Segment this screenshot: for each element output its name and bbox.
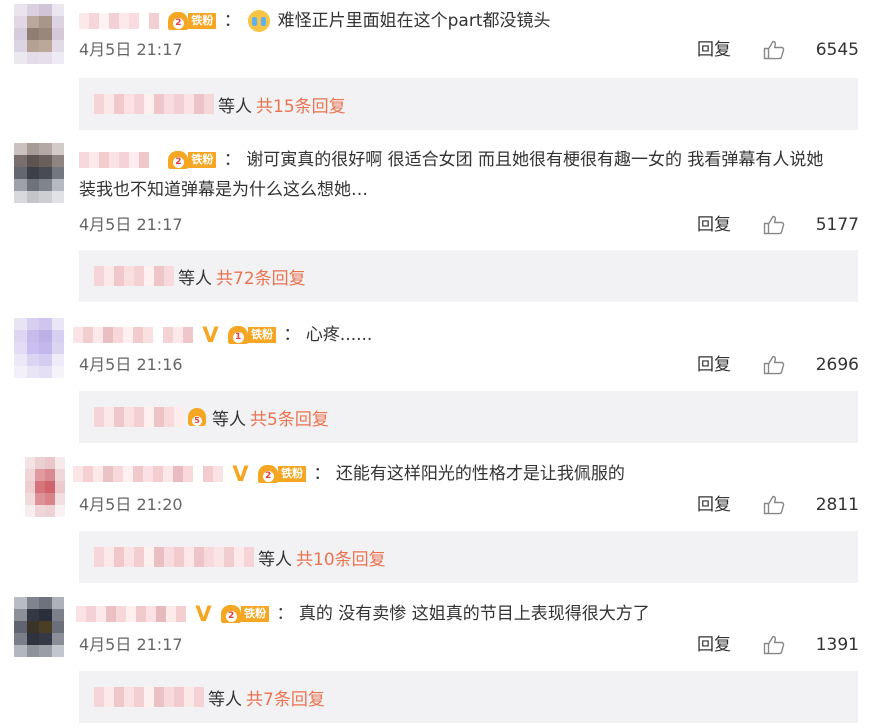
- replies-total-link[interactable]: 共15条回复: [256, 92, 346, 117]
- reply-button[interactable]: 回复: [697, 38, 731, 62]
- username-blurred[interactable]: [79, 13, 159, 29]
- comment-header: 2 铁粉 ： 难怪正片里面姐在这个part都没镜头: [79, 4, 867, 38]
- avatar[interactable]: [14, 143, 64, 203]
- thumbs-up-icon[interactable]: [763, 495, 785, 515]
- comment-text-line-2: 装我也不知道弹幕是为什么这么想她…: [79, 180, 368, 200]
- comment-meta: 4月5日 21:17 回复 6545: [79, 38, 859, 62]
- replies-total-link[interactable]: 共10条回复: [296, 545, 386, 570]
- username-blurred[interactable]: [73, 466, 223, 482]
- comment-header: 2 铁粉 ： 谢可寅真的很好啊 很适合女团 而且她很有梗很有趣一女的 我看弹幕有…: [79, 143, 867, 177]
- crown-icon: 2: [258, 465, 279, 483]
- replies-summary[interactable]: 等人 共15条回复: [79, 78, 858, 130]
- like-count: 1391: [815, 635, 859, 655]
- reply-usernames-blurred: [94, 687, 204, 707]
- username-blurred[interactable]: [73, 327, 193, 343]
- replies-summary[interactable]: 等人 共7条回复: [79, 671, 858, 723]
- comment-header: V 1 铁粉 ： 心疼......: [73, 318, 867, 352]
- verified-v-icon: V: [232, 462, 249, 486]
- colon: ：: [223, 150, 241, 170]
- fan-badge-label: 铁粉: [248, 327, 277, 343]
- crown-icon: 1: [228, 326, 249, 344]
- crying-face-icon: [248, 10, 271, 32]
- comment-header: V 2 铁粉 ： 真的 没有卖惨 这姐真的节目上表现得很大方了: [76, 597, 867, 631]
- fan-badge-label: 铁粉: [188, 152, 217, 168]
- replies-and-others: 等人: [212, 409, 246, 430]
- fan-badge-label: 铁粉: [278, 466, 307, 482]
- comment-time: 4月5日 21:17: [79, 215, 183, 234]
- fan-badge[interactable]: 2 铁粉: [168, 151, 217, 169]
- comment-time: 4月5日 21:16: [79, 355, 183, 374]
- avatar[interactable]: [14, 597, 64, 657]
- verified-v-icon: V: [202, 323, 219, 347]
- reply-usernames-blurred: [94, 266, 174, 286]
- comment-time: 4月5日 21:17: [79, 40, 183, 59]
- fan-badge-label: 铁粉: [188, 13, 217, 29]
- reply-button[interactable]: 回复: [697, 633, 731, 657]
- crown-icon: 2: [168, 151, 189, 169]
- crown-icon: 2: [221, 605, 242, 623]
- thumbs-up-icon[interactable]: [763, 40, 785, 60]
- reply-button[interactable]: 回复: [697, 213, 731, 237]
- replies-total-link[interactable]: 共5条回复: [250, 405, 329, 430]
- comment-meta: 4月5日 21:17 回复 5177: [79, 213, 859, 237]
- reply-button[interactable]: 回复: [697, 493, 731, 517]
- avatar[interactable]: [25, 457, 65, 517]
- like-count: 2811: [815, 495, 859, 515]
- comment-meta: 4月5日 21:17 回复 1391: [79, 633, 859, 657]
- reply-usernames-blurred: [94, 407, 184, 427]
- thumbs-up-icon[interactable]: [763, 355, 785, 375]
- replies-summary[interactable]: 等人 共72条回复: [79, 250, 858, 302]
- verified-v-icon: V: [195, 602, 212, 626]
- comment-text: 心疼......: [305, 325, 373, 345]
- replies-total-link[interactable]: 共7条回复: [246, 685, 325, 710]
- comment-text: 真的 没有卖惨 这姐真的节目上表现得很大方了: [298, 604, 650, 624]
- replies-and-others: 等人: [218, 96, 252, 117]
- replies-and-others: 等人: [178, 268, 212, 289]
- thumbs-up-icon[interactable]: [763, 215, 785, 235]
- avatar[interactable]: [14, 318, 64, 378]
- fan-badge[interactable]: 2 铁粉: [221, 605, 270, 623]
- reply-usernames-blurred: [94, 94, 214, 114]
- fan-badge[interactable]: 2 铁粉: [168, 12, 217, 30]
- reply-usernames-blurred: [94, 547, 254, 567]
- crown-icon: 5: [188, 408, 206, 426]
- comment-meta: 4月5日 21:16 回复 2696: [79, 353, 859, 377]
- like-count: 5177: [815, 215, 859, 235]
- comment-text: 难怪正片里面姐在这个part都没镜头: [277, 11, 551, 31]
- thumbs-up-icon[interactable]: [763, 635, 785, 655]
- like-count: 6545: [815, 40, 859, 60]
- colon: ：: [313, 464, 331, 484]
- fan-badge[interactable]: 1 铁粉: [228, 326, 277, 344]
- comment-time: 4月5日 21:17: [79, 635, 183, 654]
- replies-summary[interactable]: 等人 共10条回复: [79, 531, 858, 583]
- username-blurred[interactable]: [79, 152, 159, 168]
- replies-and-others: 等人: [208, 689, 242, 710]
- colon: ：: [276, 604, 294, 624]
- username-blurred[interactable]: [76, 606, 186, 622]
- comment-text: 谢可寅真的很好啊 很适合女团 而且她很有梗很有趣一女的 我看弹幕有人说她: [246, 150, 824, 170]
- crown-icon: 2: [168, 12, 189, 30]
- colon: ：: [283, 325, 301, 345]
- fan-badge[interactable]: 2 铁粉: [258, 465, 307, 483]
- comment-header: V 2 铁粉 ： 还能有这样阳光的性格才是让我佩服的: [73, 457, 867, 491]
- avatar[interactable]: [14, 4, 64, 64]
- comment-text: 还能有这样阳光的性格才是让我佩服的: [335, 464, 625, 484]
- comment-meta: 4月5日 21:20 回复 2811: [79, 493, 859, 517]
- reply-button[interactable]: 回复: [697, 353, 731, 377]
- replies-summary[interactable]: 5 等人 共5条回复: [79, 391, 858, 443]
- replies-and-others: 等人: [258, 549, 292, 570]
- like-count: 2696: [815, 355, 859, 375]
- replies-total-link[interactable]: 共72条回复: [216, 264, 306, 289]
- comment-time: 4月5日 21:20: [79, 495, 183, 514]
- fan-badge-label: 铁粉: [241, 606, 270, 622]
- colon: ：: [223, 11, 241, 31]
